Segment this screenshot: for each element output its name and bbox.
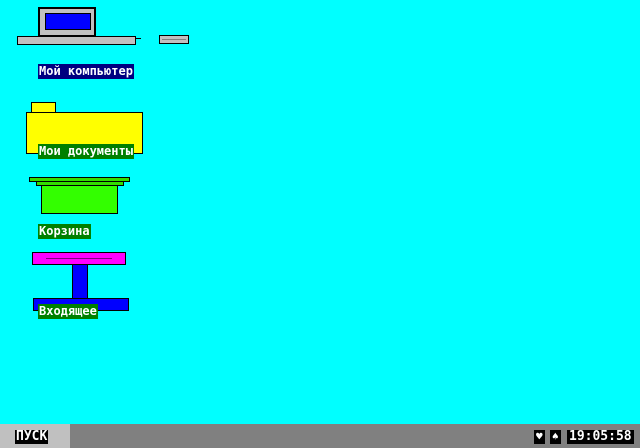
clock: 19:05:58 [567, 429, 634, 444]
computer-icon [17, 7, 192, 47]
icon-label: Мой компьютер [38, 64, 134, 79]
icon-label: Корзина [38, 224, 91, 239]
taskbar: ПУСК ♥ ♠ 19:05:58 [0, 424, 640, 448]
inbox-icon [32, 252, 130, 312]
icon-label: Мои документы [38, 144, 134, 159]
tray-spade-icon[interactable]: ♠ [550, 430, 561, 444]
start-label: ПУСК [15, 429, 49, 444]
icon-label: Входящее [38, 304, 98, 319]
recycle-bin-icon [29, 177, 131, 215]
tray-heart-icon[interactable]: ♥ [534, 430, 545, 444]
start-button[interactable]: ПУСК [0, 424, 70, 448]
